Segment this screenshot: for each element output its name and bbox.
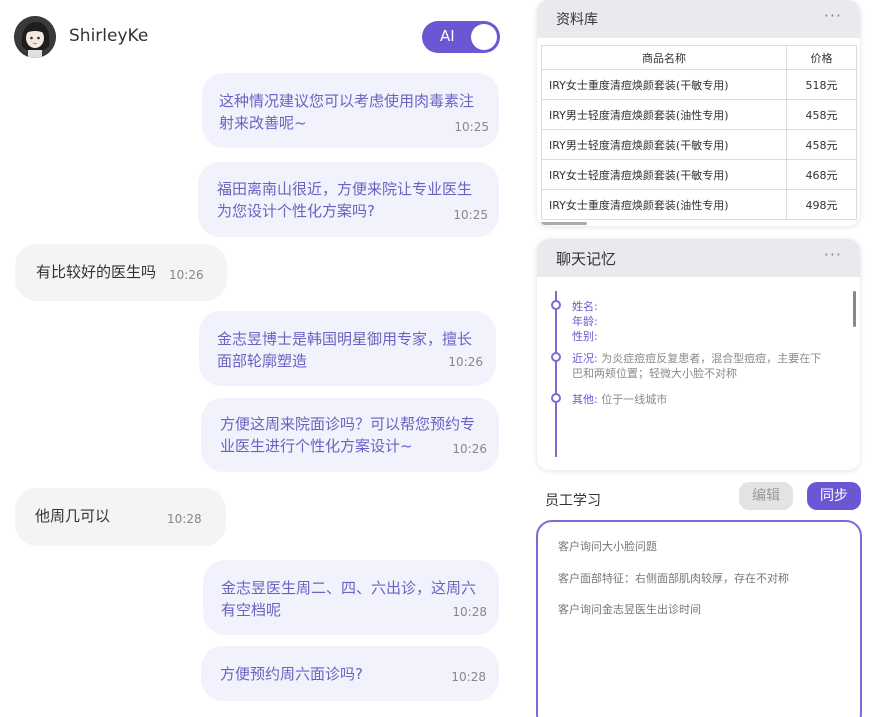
message-text: 方便预约周六面诊吗? <box>220 665 363 683</box>
message-time: 10:28 <box>452 605 487 619</box>
staff-learning-title: 员工学习 <box>545 493 601 509</box>
table-row[interactable]: IRY女士轻度清痘焕颜套装(干敏专用) 468元 <box>541 159 857 190</box>
memory-other-text: 位于一线城市 <box>601 393 668 406</box>
column-header-product: 商品名称 <box>541 45 787 70</box>
memory-basic-info: 姓名: 年龄: 性别: <box>572 299 598 344</box>
more-options-icon[interactable]: ··· <box>824 245 842 264</box>
product-name: IRY女士重度清痘焕颜套装(干敏专用) <box>541 69 787 100</box>
timeline-line <box>555 291 557 457</box>
memory-panel: 聊天记忆 ··· 姓名: 年龄: 性别: 近况: 为炎症痘痘反复患者，混合型痘痘… <box>537 239 860 470</box>
message-text: 有比较好的医生吗 <box>36 263 157 281</box>
message-time: 10:25 <box>454 120 489 134</box>
message-time: 10:28 <box>451 670 486 684</box>
message-text: 福田离南山很近，方便来院让专业医生为您设计个性化方案吗? <box>217 180 473 220</box>
message-bubble-outgoing: 方便预约周六面诊吗? 10:28 <box>201 646 499 701</box>
memory-age-label: 年龄: <box>572 315 598 328</box>
product-price: 458元 <box>786 99 857 130</box>
toggle-knob <box>471 24 497 50</box>
product-table: 商品名称 价格 IRY女士重度清痘焕颜套装(干敏专用) 518元 IRY男士轻度… <box>541 45 857 220</box>
memory-recent-label: 近况: <box>572 352 598 365</box>
message-bubble-outgoing: 这种情况建议您可以考虑使用肉毒素注射来改善呢~ 10:25 <box>202 73 499 148</box>
timeline-dot <box>551 352 561 362</box>
library-panel-header: 资料库 ··· <box>537 0 860 38</box>
product-name: IRY男士轻度清痘焕颜套装(油性专用) <box>541 99 787 130</box>
user-avatar[interactable] <box>14 16 56 58</box>
learning-item: 客户询问大小脸问题 <box>558 540 657 553</box>
message-bubble-outgoing: 福田离南山很近，方便来院让专业医生为您设计个性化方案吗? 10:25 <box>198 162 499 237</box>
table-row[interactable]: IRY男士轻度清痘焕颜套装(油性专用) 458元 <box>541 99 857 130</box>
message-text: 金志昱博士是韩国明星御用专家，擅长面部轮廓塑造 <box>217 330 473 370</box>
ai-toggle[interactable]: AI <box>422 21 500 53</box>
timeline-dot <box>551 393 561 403</box>
memory-name-label: 姓名: <box>572 300 598 313</box>
table-row[interactable]: IRY女士重度清痘焕颜套装(干敏专用) 518元 <box>541 69 857 100</box>
product-name: IRY女士重度清痘焕颜套装(油性专用) <box>541 189 787 220</box>
table-header-row: 商品名称 价格 <box>541 45 857 70</box>
memory-other-label: 其他: <box>572 393 598 406</box>
product-price: 468元 <box>786 159 857 190</box>
message-text: 金志昱医生周二、四、六出诊，这周六有空档呢 <box>221 579 477 619</box>
message-bubble-incoming: 有比较好的医生吗 10:26 <box>15 244 227 301</box>
more-options-icon[interactable]: ··· <box>824 6 842 25</box>
learning-item: 客户面部特征：右侧面部肌肉较厚，存在不对称 <box>558 572 789 585</box>
memory-title: 聊天记忆 <box>556 250 617 268</box>
library-title: 资料库 <box>556 12 598 28</box>
table-row[interactable]: IRY男士轻度清痘焕颜套装(干敏专用) 458元 <box>541 129 857 160</box>
message-time: 10:25 <box>453 208 488 222</box>
horizontal-scrollbar[interactable] <box>541 222 587 225</box>
vertical-scrollbar[interactable] <box>853 291 856 327</box>
memory-recent-text: 为炎症痘痘反复患者，混合型痘痘，主要在下巴和两颊位置；轻微大小脸不对称 <box>572 352 822 380</box>
staff-learning-box[interactable]: 客户询问大小脸问题 客户面部特征：右侧面部肌肉较厚，存在不对称 客户询问金志昱医… <box>536 520 862 717</box>
memory-recent: 近况: 为炎症痘痘反复患者，混合型痘痘，主要在下巴和两颊位置；轻微大小脸不对称 <box>572 351 822 381</box>
chat-header: ShirleyKe AI <box>14 16 504 60</box>
message-time: 10:28 <box>167 512 202 526</box>
message-bubble-outgoing: 金志昱博士是韩国明星御用专家，擅长面部轮廓塑造 10:26 <box>199 311 496 386</box>
product-price: 458元 <box>786 129 857 160</box>
message-bubble-incoming: 他周几可以 10:28 <box>15 488 226 546</box>
memory-gender-label: 性别: <box>572 330 598 343</box>
username: ShirleyKe <box>69 26 149 46</box>
sync-button[interactable]: 同步 <box>807 482 861 510</box>
product-name: IRY女士轻度清痘焕颜套装(干敏专用) <box>541 159 787 190</box>
message-bubble-outgoing: 金志昱医生周二、四、六出诊，这周六有空档呢 10:28 <box>203 560 499 635</box>
message-text: 他周几可以 <box>35 507 111 525</box>
timeline-dot <box>551 300 561 310</box>
product-name: IRY男士轻度清痘焕颜套装(干敏专用) <box>541 129 787 160</box>
ai-toggle-label: AI <box>440 27 455 45</box>
message-bubble-outgoing: 方便这周来院面诊吗？可以帮您预约专业医生进行个性化方案设计~ 10:26 <box>201 398 499 472</box>
column-header-price: 价格 <box>786 45 857 70</box>
learning-item: 客户询问金志昱医生出诊时间 <box>558 603 701 616</box>
message-time: 10:26 <box>452 442 487 456</box>
message-text: 方便这周来院面诊吗？可以帮您预约专业医生进行个性化方案设计~ <box>220 415 476 455</box>
product-price: 498元 <box>786 189 857 220</box>
message-time: 10:26 <box>448 355 483 369</box>
library-panel: 资料库 ··· 商品名称 价格 IRY女士重度清痘焕颜套装(干敏专用) 518元… <box>537 0 860 226</box>
edit-button[interactable]: 编辑 <box>739 482 793 510</box>
memory-other: 其他: 位于一线城市 <box>572 392 667 407</box>
memory-panel-header: 聊天记忆 ··· <box>537 239 860 277</box>
message-text: 这种情况建议您可以考虑使用肉毒素注射来改善呢~ <box>219 92 475 132</box>
table-row[interactable]: IRY女士重度清痘焕颜套装(油性专用) 498元 <box>541 189 857 220</box>
product-price: 518元 <box>786 69 857 100</box>
message-time: 10:26 <box>169 268 204 282</box>
